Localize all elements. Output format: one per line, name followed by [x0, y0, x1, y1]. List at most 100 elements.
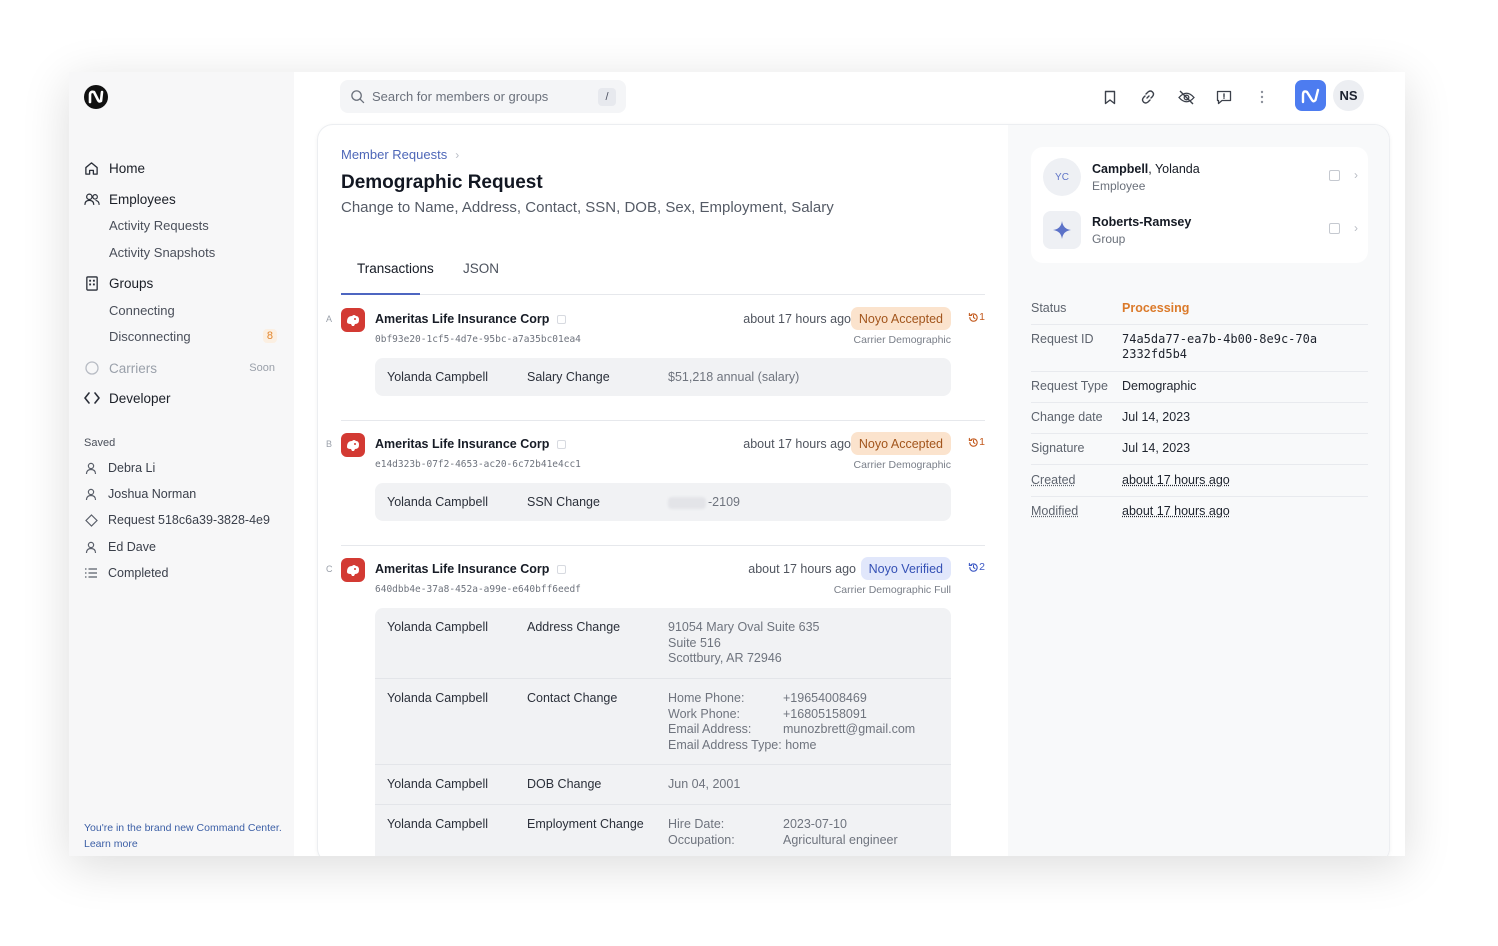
detail-label: Signature: [1031, 441, 1085, 455]
carrier-logo-icon: [341, 308, 365, 332]
building-icon: [83, 275, 100, 292]
entity-name: Campbell, Yolanda: [1092, 162, 1200, 176]
chevron-right-icon: ›: [455, 147, 460, 162]
status-badge: Noyo Accepted: [850, 432, 951, 455]
saved-section-title: Saved: [84, 437, 116, 449]
bookmark-icon[interactable]: [1099, 86, 1121, 108]
detail-status: Status Processing: [1031, 301, 1368, 325]
disconnecting-count-badge: 8: [262, 329, 277, 343]
entity-actions: ›: [1329, 221, 1358, 235]
saved-item-completed[interactable]: Completed: [84, 566, 284, 580]
breadcrumb-member-requests[interactable]: Member Requests: [341, 147, 447, 162]
copy-icon[interactable]: [557, 440, 567, 450]
sidebar-item-activity-requests[interactable]: Activity Requests: [109, 216, 277, 234]
change-list: Yolanda Campbell SSN Change -2109: [375, 483, 951, 521]
saved-item-request[interactable]: Request 518c6a39-3828-4e9: [84, 513, 284, 527]
user-icon: [84, 461, 98, 475]
sidebar: Home Employees Activity Requests Activit…: [69, 72, 294, 856]
entity-employee[interactable]: YC Campbell, Yolanda Employee ›: [1043, 158, 1358, 198]
change-value: -2109: [668, 495, 740, 511]
change-list: Yolanda Campbell Address Change 91054 Ma…: [375, 608, 951, 856]
transaction-a[interactable]: A Ameritas Life Insurance Corp 0bf93e20-…: [326, 307, 985, 398]
copy-icon[interactable]: [1329, 222, 1340, 234]
activity-requests-label: Activity Requests: [109, 217, 209, 233]
saved-item-label: Debra Li: [108, 461, 156, 475]
change-list: Yolanda Campbell Salary Change $51,218 a…: [375, 358, 951, 396]
change-person: Yolanda Campbell: [387, 691, 489, 705]
history-icon: [968, 312, 978, 322]
request-card: Member Requests › Demographic Request Ch…: [317, 124, 1390, 856]
command-center-notice[interactable]: You're in the brand new Command Center. …: [84, 820, 284, 852]
chevron-right-icon[interactable]: ›: [1354, 221, 1358, 235]
transaction-id: 640dbb4e-37a8-452a-a99e-e640bff6eedf: [375, 584, 581, 595]
saved-item-label: Completed: [108, 566, 169, 580]
noyo-brand-button[interactable]: [1295, 80, 1326, 111]
change-person: Yolanda Campbell: [387, 817, 489, 831]
eye-off-icon[interactable]: [1175, 86, 1197, 108]
search-shortcut-key: /: [598, 87, 616, 106]
users-icon: [83, 191, 100, 208]
sidebar-item-home[interactable]: Home: [83, 158, 283, 178]
retry-count: 1: [968, 311, 985, 323]
carriers-label: Carriers: [109, 360, 158, 376]
user-avatar[interactable]: NS: [1333, 80, 1364, 111]
sidebar-item-disconnecting[interactable]: Disconnecting 8: [109, 327, 277, 345]
search-input[interactable]: Search for members or groups: [372, 89, 598, 104]
transaction-time: about 17 hours ago: [748, 562, 856, 576]
change-value: 91054 Mary Oval Suite 635 Suite 516 Scot…: [668, 620, 820, 665]
sidebar-item-connecting[interactable]: Connecting: [109, 301, 277, 319]
sparkle-icon: [1043, 211, 1081, 249]
change-person: Yolanda Campbell: [387, 370, 489, 384]
change-value: $51,218 annual (salary): [668, 370, 800, 384]
request-type-value: Demographic: [1122, 379, 1197, 393]
entity-group[interactable]: Roberts-Ramsey Group ›: [1043, 211, 1358, 251]
tab-transactions[interactable]: Transactions: [357, 261, 434, 276]
status-value: Processing: [1122, 301, 1190, 315]
connecting-label: Connecting: [109, 302, 175, 318]
detail-signature: Signature Jul 14, 2023: [1031, 441, 1368, 465]
change-row: Yolanda Campbell Employment Change Hire …: [375, 805, 951, 856]
saved-item-label: Request 518c6a39-3828-4e9: [108, 513, 270, 527]
sidebar-item-developer[interactable]: Developer: [83, 388, 283, 408]
carrier-logo-icon: [341, 433, 365, 457]
transaction-letter: A: [326, 314, 333, 324]
tab-json[interactable]: JSON: [463, 261, 499, 276]
carrier-name: Ameritas Life Insurance Corp: [375, 312, 567, 326]
sidebar-item-activity-snapshots[interactable]: Activity Snapshots: [109, 243, 277, 261]
detail-request-id: Request ID 74a5da77-ea7b-4b00-8e9c-70a23…: [1031, 332, 1368, 372]
breadcrumb: Member Requests ›: [341, 147, 459, 162]
page-title: Demographic Request: [341, 172, 543, 193]
transaction-c[interactable]: C Ameritas Life Insurance Corp 640dbb4e-…: [326, 557, 985, 856]
history-icon: [968, 562, 978, 572]
user-icon: [84, 487, 98, 501]
feedback-icon[interactable]: [1213, 86, 1235, 108]
copy-icon[interactable]: [1329, 169, 1340, 181]
app-window: Home Employees Activity Requests Activit…: [69, 72, 1405, 856]
related-entities-card: YC Campbell, Yolanda Employee › Roberts-…: [1031, 147, 1368, 263]
link-icon[interactable]: [1137, 86, 1159, 108]
copy-icon[interactable]: [557, 565, 567, 575]
modified-value: about 17 hours ago: [1122, 504, 1230, 518]
saved-item-debra-li[interactable]: Debra Li: [84, 461, 284, 475]
transaction-type: Carrier Demographic: [853, 459, 951, 471]
transaction-b[interactable]: B Ameritas Life Insurance Corp e14d323b-…: [326, 432, 985, 523]
copy-icon[interactable]: [557, 315, 567, 325]
saved-item-joshua-norman[interactable]: Joshua Norman: [84, 487, 284, 501]
noyo-logo[interactable]: [83, 84, 109, 110]
saved-item-ed-dave[interactable]: Ed Dave: [84, 540, 284, 554]
details-panel: YC Campbell, Yolanda Employee › Roberts-…: [1008, 125, 1389, 856]
search-bar[interactable]: Search for members or groups /: [340, 80, 626, 113]
change-value: Home Phone: +19654008469 Work Phone: +1680…: [668, 691, 916, 752]
diamond-icon: [84, 513, 98, 527]
more-vertical-icon[interactable]: [1251, 86, 1273, 108]
sidebar-item-employees[interactable]: Employees: [83, 189, 283, 209]
list-icon: [84, 566, 98, 580]
detail-created: Created about 17 hours ago: [1031, 473, 1368, 497]
transaction-letter: B: [326, 439, 333, 449]
sidebar-item-groups[interactable]: Groups: [83, 273, 283, 293]
employees-label: Employees: [109, 191, 176, 207]
chevron-right-icon[interactable]: ›: [1354, 168, 1358, 182]
retry-count: 2: [968, 561, 985, 573]
change-date-value: Jul 14, 2023: [1122, 410, 1191, 424]
divider: [341, 420, 985, 421]
